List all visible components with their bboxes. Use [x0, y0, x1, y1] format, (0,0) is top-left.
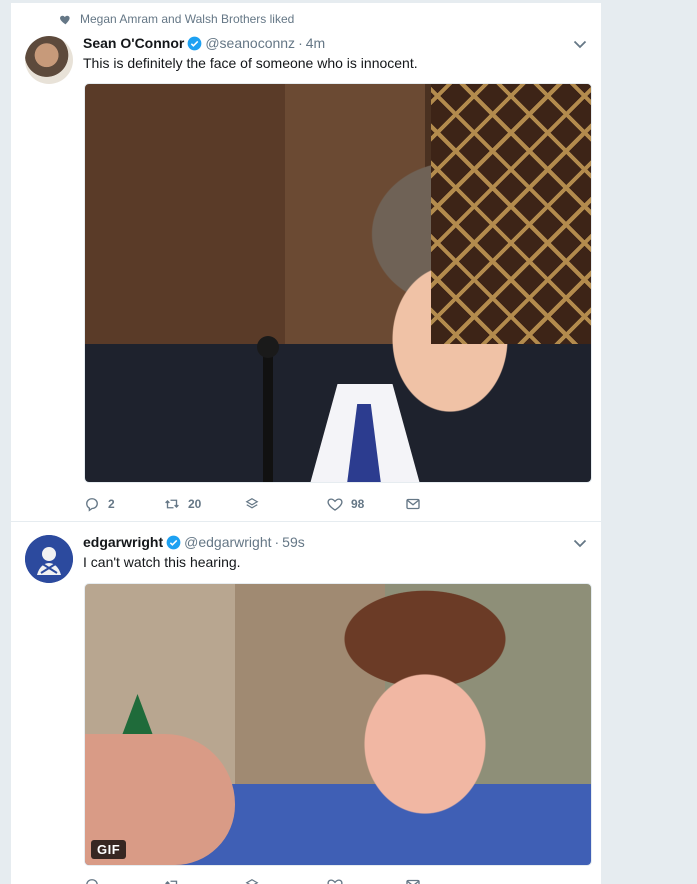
- timestamp[interactable]: 59s: [282, 534, 305, 550]
- retweet-icon: [165, 880, 178, 884]
- avatar-illustration: [25, 535, 73, 583]
- layers-button[interactable]: [243, 876, 326, 884]
- layers-icon: [245, 498, 259, 509]
- like-count: 98: [351, 497, 365, 511]
- background-lattice: [431, 84, 591, 344]
- message-button[interactable]: [404, 876, 422, 884]
- avatar[interactable]: [25, 535, 73, 583]
- reply-button[interactable]: [83, 876, 163, 884]
- tweet-header: Sean O'Connor @seanoconnz · 4m: [83, 34, 325, 52]
- tweet-actions: [83, 874, 422, 884]
- reply-icon: [86, 879, 98, 884]
- verified-icon: [166, 535, 181, 550]
- tweet-text: I can't watch this hearing.: [83, 554, 241, 570]
- chevron-down-icon[interactable]: [572, 535, 588, 551]
- retweet-button[interactable]: 20: [163, 495, 243, 513]
- reply-icon: [86, 498, 98, 512]
- message-button[interactable]: [404, 495, 422, 513]
- layers-icon: [245, 879, 259, 884]
- timeline: Megan Amram and Walsh Brothers liked Sea…: [10, 0, 602, 884]
- tweet-actions: 2 20 98: [83, 493, 422, 515]
- verified-icon: [187, 36, 202, 51]
- microphone: [263, 344, 273, 482]
- envelope-icon: [406, 879, 420, 884]
- tweet[interactable]: Megan Amram and Walsh Brothers liked Sea…: [11, 3, 601, 522]
- like-button[interactable]: 98: [326, 495, 404, 513]
- tweet-gif[interactable]: GIF: [84, 583, 592, 866]
- author-name[interactable]: edgarwright: [83, 534, 163, 550]
- author-handle[interactable]: @edgarwright: [184, 534, 271, 550]
- social-context: Megan Amram and Walsh Brothers liked: [59, 12, 294, 26]
- reply-button[interactable]: 2: [83, 495, 163, 513]
- layers-button[interactable]: [243, 495, 326, 513]
- like-button[interactable]: [326, 876, 404, 884]
- tweet-text: This is definitely the face of someone w…: [83, 55, 418, 71]
- avatar[interactable]: [25, 36, 73, 84]
- gif-badge: GIF: [91, 840, 127, 859]
- tweet[interactable]: edgarwright @edgarwright · 59s I can't w…: [11, 522, 601, 884]
- retweet-count: 20: [188, 497, 202, 511]
- microphone-head: [257, 336, 279, 358]
- envelope-icon: [406, 498, 420, 510]
- tweet-photo[interactable]: [84, 83, 592, 483]
- chevron-down-icon[interactable]: [572, 36, 588, 52]
- reply-count: 2: [108, 497, 115, 511]
- heart-icon: [327, 879, 343, 884]
- timestamp[interactable]: 4m: [306, 35, 325, 51]
- author-name[interactable]: Sean O'Connor: [83, 35, 184, 51]
- separator: ·: [298, 35, 303, 51]
- heart-icon: [60, 15, 70, 24]
- retweet-icon: [165, 499, 179, 509]
- social-context-text[interactable]: Megan Amram and Walsh Brothers liked: [80, 12, 294, 26]
- separator: ·: [274, 534, 280, 550]
- author-handle[interactable]: @seanoconnz: [205, 35, 295, 51]
- retweet-button[interactable]: [163, 876, 243, 884]
- heart-icon: [327, 498, 343, 511]
- tweet-header: edgarwright @edgarwright · 59s: [83, 533, 305, 551]
